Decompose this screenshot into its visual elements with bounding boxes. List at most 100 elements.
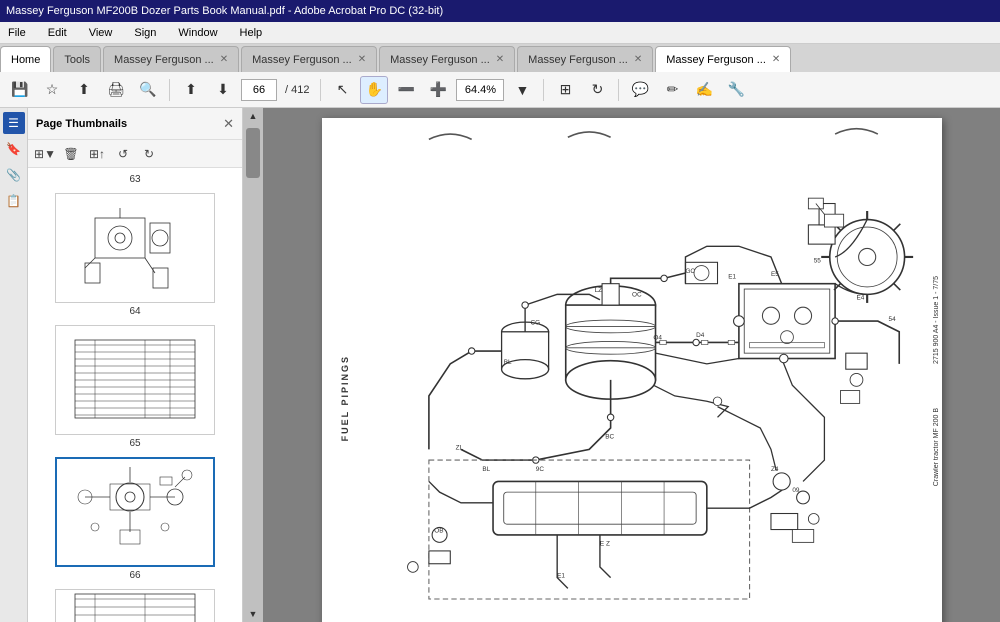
page-input[interactable] bbox=[241, 79, 277, 101]
sidebar-layers-icon[interactable]: 📋 bbox=[3, 190, 25, 212]
thumb-scrollbar[interactable]: ▲ ▼ bbox=[243, 108, 263, 622]
tab-doc-4-close[interactable]: ✕ bbox=[634, 54, 642, 65]
svg-text:E1: E1 bbox=[728, 273, 736, 280]
thumb-scroll-area[interactable]: 63 bbox=[28, 168, 242, 622]
save-button[interactable]: 💾 bbox=[6, 76, 34, 104]
thumb-label-65: 65 bbox=[129, 438, 140, 449]
tab-doc-4[interactable]: Massey Ferguson ... ✕ bbox=[517, 46, 653, 72]
right-text-bottom: Crawler tractor MF 200 B bbox=[933, 408, 940, 486]
svg-text:9C: 9C bbox=[535, 466, 544, 473]
svg-text:BL: BL bbox=[482, 466, 490, 473]
print-button[interactable]: 🖨 bbox=[102, 76, 130, 104]
zoom-input[interactable] bbox=[456, 79, 504, 101]
scroll-up-arrow[interactable]: ▲ bbox=[243, 108, 263, 124]
sidebar-attach-icon[interactable]: 📎 bbox=[3, 164, 25, 186]
thumb-redo-button[interactable]: ↻ bbox=[138, 143, 160, 165]
scroll-down-arrow[interactable]: ▼ bbox=[243, 606, 263, 622]
sidebar-bookmark-icon[interactable]: 🔖 bbox=[3, 138, 25, 160]
thumb-panel-toolbar: ⊞▼ 🗑 ⊞↑ ↺ ↻ bbox=[28, 140, 242, 168]
rotate-button[interactable]: ↻ bbox=[583, 76, 611, 104]
thumb-page-65[interactable]: 65 bbox=[40, 325, 230, 449]
thumb-panel-close[interactable]: ✕ bbox=[223, 116, 234, 132]
tab-tools[interactable]: Tools bbox=[53, 46, 101, 72]
thumb-delete-button[interactable]: 🗑 bbox=[60, 143, 82, 165]
svg-text:CG: CG bbox=[530, 319, 540, 326]
title-bar: Massey Ferguson MF200B Dozer Parts Book … bbox=[0, 0, 1000, 22]
thumb-img-64 bbox=[55, 193, 215, 303]
zoom-out-button[interactable]: ➖ bbox=[392, 76, 420, 104]
thumb-page-63[interactable]: 63 bbox=[40, 174, 230, 185]
bookmark-button[interactable]: ☆ bbox=[38, 76, 66, 104]
thumb-extract-button[interactable]: ⊞↑ bbox=[86, 143, 108, 165]
thumb-expand-button[interactable]: ⊞▼ bbox=[34, 143, 56, 165]
next-page-button[interactable]: ⬇ bbox=[209, 76, 237, 104]
hand-tool-button[interactable]: ✋ bbox=[360, 76, 388, 104]
tab-doc-3[interactable]: Massey Ferguson ... ✕ bbox=[379, 46, 515, 72]
right-text-top: 2715 900 A4 - Issue 1 - 7/75 bbox=[933, 276, 940, 364]
svg-text:BL: BL bbox=[503, 359, 511, 366]
menu-sign[interactable]: Sign bbox=[130, 25, 160, 41]
page-total: / 412 bbox=[281, 84, 313, 96]
svg-text:55: 55 bbox=[813, 257, 821, 264]
tab-tools-label: Tools bbox=[64, 54, 90, 66]
tab-doc-1-label: Massey Ferguson ... bbox=[114, 54, 214, 66]
tab-doc-5-close[interactable]: ✕ bbox=[772, 54, 780, 65]
tab-doc-5-label: Massey Ferguson ... bbox=[666, 54, 766, 66]
thumb-label-63: 63 bbox=[129, 174, 140, 185]
zoom-text-button[interactable]: 🔍 bbox=[134, 76, 162, 104]
menu-window[interactable]: Window bbox=[174, 25, 221, 41]
tab-doc-3-close[interactable]: ✕ bbox=[496, 54, 504, 65]
comment-button[interactable]: 💬 bbox=[626, 76, 654, 104]
sign-button[interactable]: ✍ bbox=[690, 76, 718, 104]
thumb-label-66: 66 bbox=[129, 570, 140, 581]
tab-doc-3-label: Massey Ferguson ... bbox=[390, 54, 490, 66]
tab-bar: Home Tools Massey Ferguson ... ✕ Massey … bbox=[0, 44, 1000, 72]
pencil-button[interactable]: ✏ bbox=[658, 76, 686, 104]
fit-page-button[interactable]: ⊞ bbox=[551, 76, 579, 104]
tab-doc-1[interactable]: Massey Ferguson ... ✕ bbox=[103, 46, 239, 72]
svg-text:E5: E5 bbox=[770, 271, 778, 278]
thumb-img-66 bbox=[55, 457, 215, 567]
svg-text:BC: BC bbox=[605, 434, 614, 441]
scroll-thumb[interactable] bbox=[246, 128, 260, 178]
svg-text:GC: GC bbox=[685, 268, 695, 275]
svg-text:E Z: E Z bbox=[599, 541, 609, 548]
action-button[interactable]: 🔧 bbox=[722, 76, 750, 104]
prev-page-button[interactable]: ⬆ bbox=[177, 76, 205, 104]
sep-3 bbox=[543, 79, 544, 101]
tab-home[interactable]: Home bbox=[0, 46, 51, 72]
toolbar: 💾 ☆ ⬆ 🖨 🔍 ⬆ ⬇ / 412 ↖ ✋ ➖ ➕ ▼ ⊞ ↻ 💬 ✏ ✍ … bbox=[0, 72, 1000, 108]
thumb-page-67[interactable] bbox=[40, 589, 230, 622]
tab-doc-2-close[interactable]: ✕ bbox=[358, 54, 366, 65]
upload-button[interactable]: ⬆ bbox=[70, 76, 98, 104]
pdf-view: 2715 900 A4 - Issue 1 - 7/75 Crawler tra… bbox=[263, 108, 1000, 622]
tab-home-label: Home bbox=[11, 54, 40, 66]
menu-edit[interactable]: Edit bbox=[44, 25, 71, 41]
svg-text:54: 54 bbox=[888, 316, 896, 323]
main-content: ☰ 🔖 📎 📋 Page Thumbnails ✕ ⊞▼ 🗑 ⊞↑ ↺ ↻ 63 bbox=[0, 108, 1000, 622]
menu-help[interactable]: Help bbox=[236, 25, 267, 41]
thumb-page-66[interactable]: 66 bbox=[40, 457, 230, 581]
thumb-page-64[interactable]: 64 bbox=[40, 193, 230, 317]
tab-doc-5[interactable]: Massey Ferguson ... ✕ bbox=[655, 46, 791, 72]
sidebar-thumbnail-icon[interactable]: ☰ bbox=[3, 112, 25, 134]
tab-doc-2[interactable]: Massey Ferguson ... ✕ bbox=[241, 46, 377, 72]
sep-1 bbox=[169, 79, 170, 101]
sep-4 bbox=[618, 79, 619, 101]
svg-text:ZL: ZL bbox=[455, 444, 463, 451]
menu-file[interactable]: File bbox=[4, 25, 30, 41]
tab-doc-2-label: Massey Ferguson ... bbox=[252, 54, 352, 66]
thumb-img-65 bbox=[55, 325, 215, 435]
select-tool-button[interactable]: ↖ bbox=[328, 76, 356, 104]
title-text: Massey Ferguson MF200B Dozer Parts Book … bbox=[6, 5, 443, 17]
menu-bar: File Edit View Sign Window Help bbox=[0, 22, 1000, 44]
left-icon-panel: ☰ 🔖 📎 📋 bbox=[0, 108, 28, 622]
thumb-img-67 bbox=[55, 589, 215, 622]
thumb-undo-button[interactable]: ↺ bbox=[112, 143, 134, 165]
zoom-in-button[interactable]: ➕ bbox=[424, 76, 452, 104]
svg-text:E1: E1 bbox=[557, 573, 565, 580]
zoom-dropdown-button[interactable]: ▼ bbox=[508, 76, 536, 104]
svg-text:LZ: LZ bbox=[594, 287, 602, 294]
tab-doc-1-close[interactable]: ✕ bbox=[220, 54, 228, 65]
menu-view[interactable]: View bbox=[85, 25, 117, 41]
